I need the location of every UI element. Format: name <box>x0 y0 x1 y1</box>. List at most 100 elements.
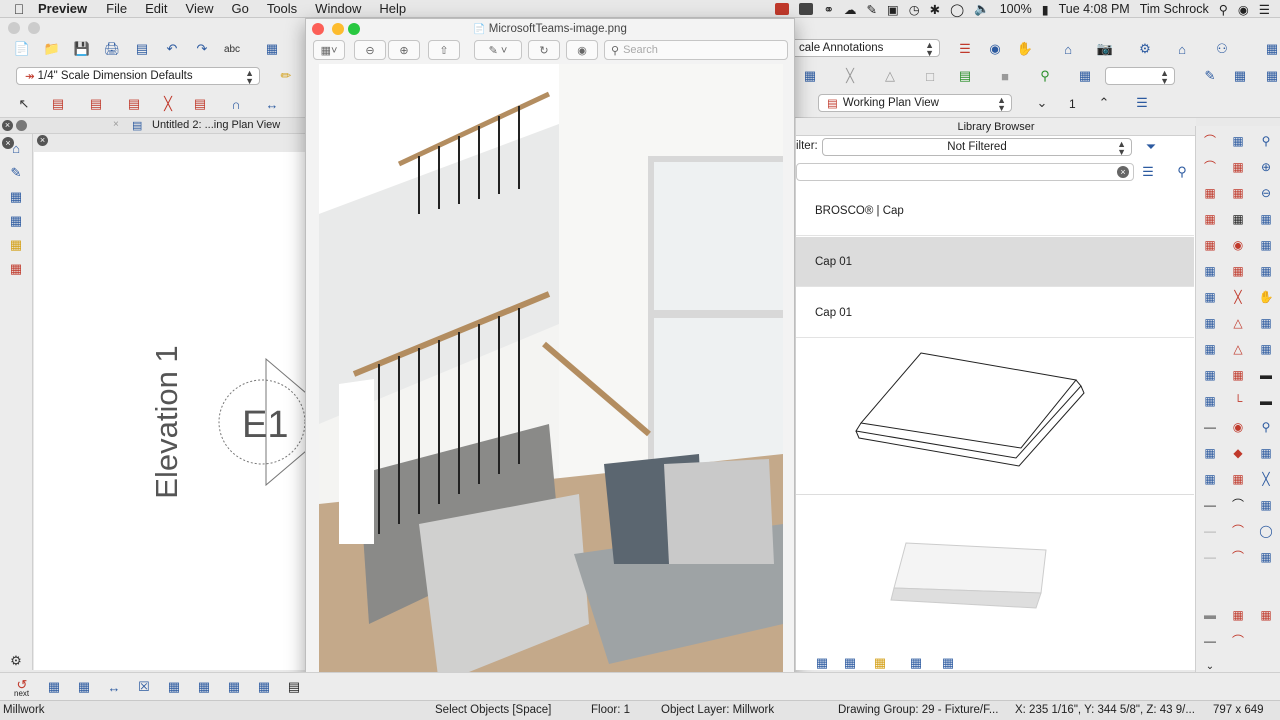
hand-icon[interactable]: ✋ <box>1015 40 1035 58</box>
tool-icon[interactable]: — <box>1200 522 1220 540</box>
zoom-window-icon[interactable] <box>348 23 360 35</box>
gear-icon[interactable]: ⚙ <box>7 653 25 669</box>
tool-icon[interactable]: △ <box>1228 340 1248 358</box>
filter-funnel-icon[interactable]: ⏷ <box>1141 138 1161 156</box>
edit-icon[interactable]: ✎ <box>1200 67 1220 85</box>
filter-select[interactable]: Not Filtered ▲ ▼ <box>822 138 1132 157</box>
roof-icon[interactable]: ▦ <box>7 261 25 277</box>
empty-select[interactable]: ▲ ▼ <box>1105 67 1175 86</box>
bottom-tool-icon[interactable]: ▤ <box>284 678 304 696</box>
layer-icon[interactable]: ◉ <box>985 40 1005 58</box>
stair-icon[interactable]: ▤ <box>190 95 210 113</box>
select-arrow-icon[interactable]: ↖ <box>14 95 34 113</box>
clock-icon[interactable]: ◷ <box>909 2 920 17</box>
notification-center-icon[interactable]: ☰ <box>1259 2 1270 17</box>
camera-tool-icon[interactable]: ⚙ <box>1135 40 1155 58</box>
search-tool-icon[interactable]: ⚲ <box>1035 67 1055 85</box>
tool-icon[interactable]: ▦ <box>1256 340 1276 358</box>
elevation-marker[interactable]: E1 <box>214 357 309 487</box>
sidebar-toggle-button[interactable]: ▦˅ <box>313 40 345 60</box>
bluetooth-icon[interactable]: ✱ <box>930 2 940 17</box>
menu-tools[interactable]: Tools <box>258 1 306 16</box>
dimension-defaults-select[interactable]: ↠ 1/4" Scale Dimension Defaults ▲ ▼ <box>16 67 260 86</box>
bottom-tool-icon[interactable]: ▦ <box>224 678 244 696</box>
material-icon[interactable]: ▦ <box>7 237 25 253</box>
annotate-button[interactable]: ◉ <box>566 40 598 60</box>
screen-icon[interactable]: ▣ <box>887 2 899 17</box>
battery-percent[interactable]: 100% <box>1000 2 1032 16</box>
bottom-tool-icon[interactable]: ▦ <box>74 678 94 696</box>
tool-icon[interactable]: ▦ <box>1200 340 1220 358</box>
close-icon[interactable] <box>312 23 324 35</box>
tool-icon[interactable]: ■ <box>995 67 1015 85</box>
dimension-tool-icon[interactable]: ▦ <box>1075 67 1095 85</box>
spotlight-search-icon[interactable]: ⚲ <box>1219 2 1228 17</box>
doc-tab-title[interactable]: Untitled 2: ...ing Plan View <box>152 119 280 131</box>
tool-icon[interactable]: — <box>1200 548 1220 566</box>
cabinet-icon[interactable]: ▦ <box>800 67 820 85</box>
list-item-selected[interactable]: Cap 01 <box>796 237 1194 287</box>
house-tool-icon[interactable]: ⌂ <box>7 141 25 157</box>
panel-tool-icon[interactable]: ▦ <box>870 654 890 672</box>
layout-icon[interactable]: ▦ <box>262 40 282 58</box>
save-icon[interactable]: 💾 <box>72 40 92 58</box>
plan-view-select[interactable]: ▤ Working Plan View ▲ ▼ <box>818 94 1012 113</box>
search-field[interactable]: ⚲ Search <box>604 40 788 60</box>
zoom-in-button[interactable]: ⊕ <box>388 40 420 60</box>
tool-icon[interactable]: ▦ <box>1228 132 1248 150</box>
building-icon[interactable]: ▤ <box>955 67 975 85</box>
tool-icon[interactable]: ⌒ <box>1200 158 1220 176</box>
tool-icon[interactable]: △ <box>880 67 900 85</box>
tab-menu-icon[interactable] <box>16 120 27 131</box>
more-icon[interactable]: ▦ <box>1262 40 1280 58</box>
share-button[interactable]: ⇧ <box>428 40 460 60</box>
tool-icon[interactable]: ▦ <box>1200 236 1220 254</box>
table-icon[interactable]: ▦ <box>1230 67 1250 85</box>
bottom-tool-icon[interactable]: ▦ <box>254 678 274 696</box>
tool-icon[interactable]: ▦ <box>1200 262 1220 280</box>
tab-close-icon[interactable]: × <box>113 119 119 130</box>
tool-icon[interactable]: ▦ <box>1200 470 1220 488</box>
zoom-in-icon[interactable]: ⊕ <box>1256 158 1276 176</box>
pen-icon[interactable]: ✎ <box>866 2 876 17</box>
plan-canvas[interactable]: × Elevation 1 E1 ➤ <box>34 135 318 670</box>
search-folder-icon[interactable]: ⚲ <box>1172 163 1192 181</box>
tool-icon[interactable]: ◯ <box>1256 522 1276 540</box>
tool-icon[interactable]: ⚲ <box>1256 418 1276 436</box>
arc-tool-icon[interactable]: ⌒ <box>1200 132 1220 150</box>
tool-icon[interactable]: ▦ <box>1228 262 1248 280</box>
menu-window[interactable]: Window <box>306 1 370 16</box>
redo-icon[interactable]: ↷ <box>192 40 212 58</box>
tool-icon[interactable]: ▬ <box>1256 392 1276 410</box>
clear-search-icon[interactable]: × <box>1117 166 1129 178</box>
tool-icon[interactable]: ▬ <box>1256 366 1276 384</box>
zoom-out-icon[interactable]: ⊖ <box>1256 184 1276 202</box>
siri-icon[interactable]: ◉ <box>1238 2 1249 17</box>
tool-icon[interactable]: ▦ <box>1228 606 1248 624</box>
door-icon[interactable]: ╳ <box>158 95 178 113</box>
menu-go[interactable]: Go <box>222 1 257 16</box>
tool-icon[interactable]: ▦ <box>1256 262 1276 280</box>
tool-icon[interactable]: ▦ <box>1256 314 1276 332</box>
panel-tool-icon[interactable]: ▦ <box>906 654 926 672</box>
creative-cloud-icon[interactable]: ⚭ <box>823 2 833 17</box>
cabinet-tool-icon[interactable]: ▤ <box>124 95 144 113</box>
box-icon[interactable]: ▦ <box>7 213 25 229</box>
tool-icon[interactable]: ▦ <box>1228 210 1248 228</box>
more-icon[interactable]: ▦ <box>1262 67 1280 85</box>
open-folder-icon[interactable]: 📁 <box>42 40 62 58</box>
bottom-tool-icon[interactable]: ↔ <box>104 678 124 696</box>
tool-icon[interactable]: ▬ <box>1200 606 1220 624</box>
tool-icon[interactable]: ╳ <box>1256 470 1276 488</box>
grid-icon[interactable]: ▦ <box>1228 184 1248 202</box>
tool-icon[interactable]: ◉ <box>1228 236 1248 254</box>
menu-file[interactable]: File <box>97 1 136 16</box>
tool-icon[interactable]: ▦ <box>1228 366 1248 384</box>
minimize-icon[interactable] <box>332 23 344 35</box>
fit-icon[interactable]: ▦ <box>1256 236 1276 254</box>
house-icon[interactable]: ⌂ <box>1058 40 1078 58</box>
dimension-line-icon[interactable]: ↔ <box>262 95 282 113</box>
tool-icon[interactable]: ▦ <box>1200 184 1220 202</box>
bottom-tool-icon[interactable]: ▦ <box>164 678 184 696</box>
camera-icon[interactable]: 📷 <box>1095 40 1115 58</box>
